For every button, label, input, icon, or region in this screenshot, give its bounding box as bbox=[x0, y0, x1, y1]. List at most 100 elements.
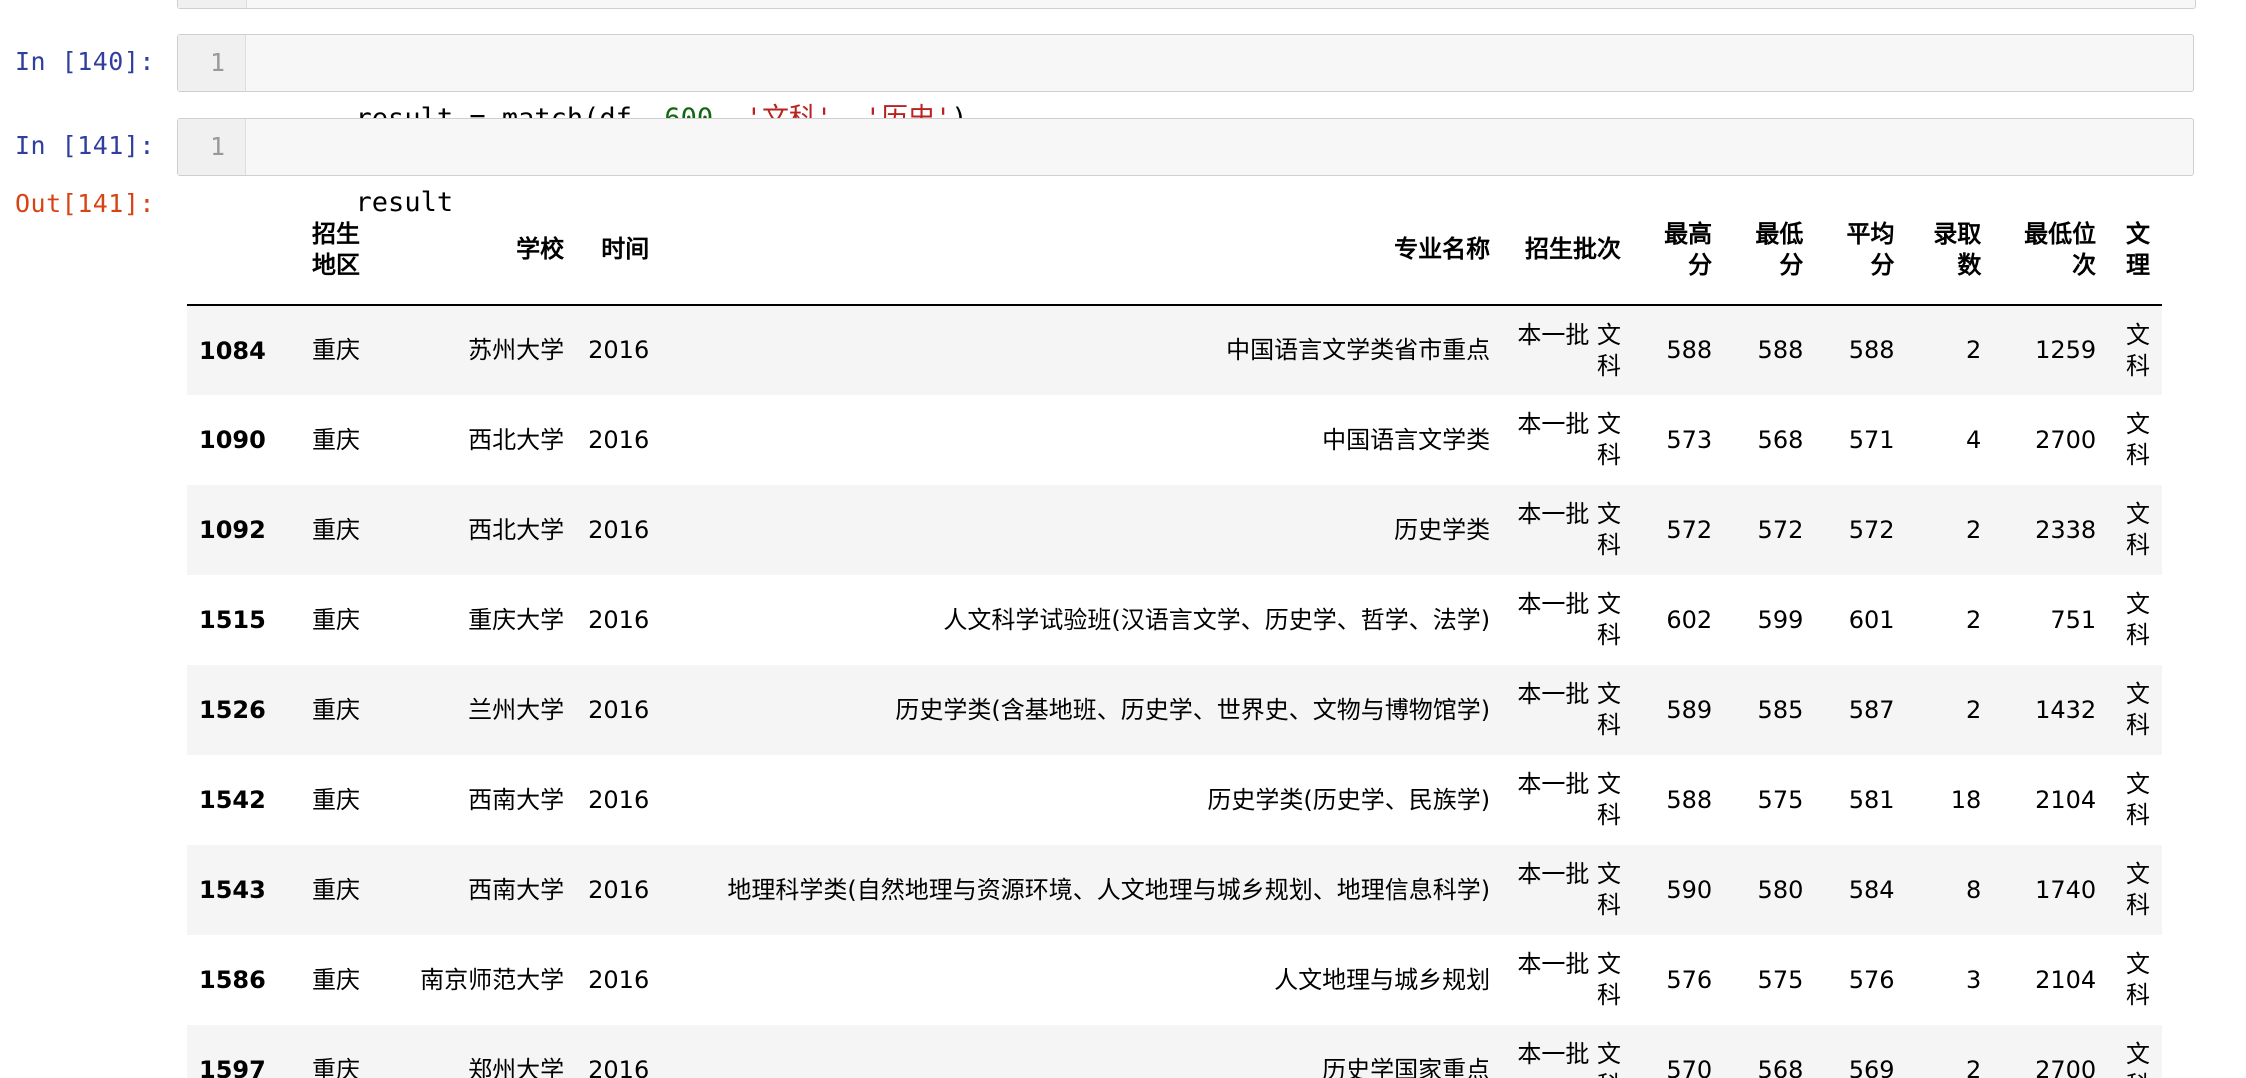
column-header-max-score: 最高分 bbox=[1632, 195, 1725, 306]
row-index: 1092 bbox=[199, 516, 266, 544]
table-row: 1090 重庆 西北大学 2016 中国语言文学类 本一批 文科 573 568 571 4 270… bbox=[187, 395, 2162, 485]
column-header-avg-score: 平均分 bbox=[1815, 195, 1907, 306]
cell-admitted: 2 bbox=[1966, 695, 1982, 724]
cell-min-score: 572 bbox=[1757, 515, 1804, 544]
code-cell[interactable]: 1 result bbox=[177, 118, 2194, 218]
cell-major: 中国语言文学类省市重点 bbox=[1226, 336, 1491, 364]
row-index: 1084 bbox=[199, 336, 266, 365]
notebook: In [140]: 1 result = match(df, 600, '文科'… bbox=[0, 0, 2246, 1078]
cell-year: 2016 bbox=[588, 336, 650, 364]
column-header-min-rank: 最低位次 bbox=[1993, 195, 2109, 306]
cell-admitted: 3 bbox=[1966, 965, 1982, 994]
row-index: 1543 bbox=[199, 876, 266, 904]
table-row: 1597 重庆 郑州大学 2016 历史学国家重点 本一批 文科 570 568 569 2 270… bbox=[187, 1025, 2162, 1078]
cell-admitted: 2 bbox=[1966, 515, 1982, 544]
cell-batch: 本一批 文科 bbox=[1517, 680, 1621, 739]
cell-max-score: 602 bbox=[1666, 605, 1713, 634]
cell-track: 文科 bbox=[2126, 680, 2150, 739]
previous-code-cell[interactable] bbox=[177, 0, 2196, 9]
cell-major: 历史学国家重点 bbox=[1322, 1055, 1491, 1078]
row-index: 1090 bbox=[199, 426, 266, 454]
cell-batch: 本一批 文科 bbox=[1517, 410, 1621, 469]
cell-major: 人文科学试验班(汉语言文学、历史学、哲学、法学) bbox=[943, 605, 1491, 634]
cell-admitted: 2 bbox=[1966, 605, 1982, 634]
line-number: 1 bbox=[178, 119, 246, 175]
cell-min-rank: 751 bbox=[2050, 605, 2097, 634]
cell-max-score: 588 bbox=[1666, 785, 1713, 814]
cell-min-rank: 2338 bbox=[2035, 515, 2097, 544]
table-row: 1515 重庆 重庆大学 2016 人文科学试验班(汉语言文学、历史学、哲学、法学) 本一… bbox=[187, 575, 2162, 665]
row-index: 1597 bbox=[199, 1056, 266, 1078]
cell-major: 历史学类 bbox=[1394, 515, 1491, 544]
cell-track: 文科 bbox=[2126, 860, 2150, 919]
cell-major: 历史学类(含基地班、历史学、世界史、文物与博物馆学) bbox=[895, 695, 1491, 724]
table-header-row: 招生地区 学校 时间 专业名称 招生批次 最高分 最低分 平均分 录取数 最低位次 文理 bbox=[187, 195, 2162, 306]
cell-year: 2016 bbox=[588, 1055, 650, 1078]
row-index: 1542 bbox=[199, 786, 266, 814]
cell-min-score: 599 bbox=[1757, 605, 1804, 634]
cell-major: 中国语言文学类 bbox=[1322, 425, 1491, 454]
column-header-school: 学校 bbox=[372, 195, 577, 306]
cell-school: 南京师范大学 bbox=[420, 965, 565, 994]
cell-track: 文科 bbox=[2126, 1040, 2150, 1078]
cell-min-rank: 1432 bbox=[2035, 695, 2097, 724]
cell-track: 文科 bbox=[2126, 320, 2150, 380]
cell-batch: 本一批 文科 bbox=[1517, 590, 1621, 649]
cell-track: 文科 bbox=[2126, 950, 2150, 1009]
cell-track: 文科 bbox=[2126, 410, 2150, 469]
cell-region: 重庆 bbox=[312, 336, 361, 364]
cell-min-rank: 2104 bbox=[2035, 965, 2097, 994]
cell-school: 苏州大学 bbox=[468, 336, 565, 364]
cell-school: 兰州大学 bbox=[468, 695, 565, 724]
column-header-min-score: 最低分 bbox=[1724, 195, 1816, 306]
cell-major: 地理科学类(自然地理与资源环境、人文地理与城乡规划、地理信息科学) bbox=[727, 875, 1491, 904]
cell-admitted: 2 bbox=[1966, 336, 1982, 364]
cell-min-score: 568 bbox=[1757, 1055, 1804, 1078]
cell-min-score: 585 bbox=[1757, 695, 1804, 724]
cell-min-score: 580 bbox=[1757, 875, 1804, 904]
cell-school: 西南大学 bbox=[468, 875, 565, 904]
cell-min-rank: 2700 bbox=[2035, 425, 2097, 454]
cell-region: 重庆 bbox=[312, 785, 361, 814]
cell-max-score: 588 bbox=[1666, 336, 1713, 364]
column-header-track: 文理 bbox=[2108, 195, 2162, 306]
cell-batch: 本一批 文科 bbox=[1517, 860, 1621, 919]
row-index: 1586 bbox=[199, 966, 266, 994]
cell-min-rank: 1259 bbox=[2035, 336, 2097, 364]
cell-track: 文科 bbox=[2126, 590, 2150, 649]
cell-school: 郑州大学 bbox=[468, 1055, 565, 1078]
row-index: 1526 bbox=[199, 696, 266, 724]
cell-avg-score: 571 bbox=[1848, 425, 1895, 454]
column-header-year: 时间 bbox=[576, 195, 662, 306]
cell-school: 西北大学 bbox=[468, 515, 565, 544]
cell-school: 西南大学 bbox=[468, 785, 565, 814]
cell-min-score: 575 bbox=[1757, 785, 1804, 814]
cell-max-score: 570 bbox=[1666, 1055, 1713, 1078]
line-number-gutter bbox=[178, 0, 247, 8]
cell-region: 重庆 bbox=[312, 425, 361, 454]
cell-avg-score: 587 bbox=[1848, 695, 1895, 724]
cell-major: 历史学类(历史学、民族学) bbox=[1207, 785, 1491, 814]
cell-min-rank: 2104 bbox=[2035, 785, 2097, 814]
index-header bbox=[187, 195, 278, 306]
cell-region: 重庆 bbox=[312, 965, 361, 994]
cell-major: 人文地理与城乡规划 bbox=[1274, 965, 1491, 994]
cell-max-score: 590 bbox=[1666, 875, 1713, 904]
cell-avg-score: 569 bbox=[1848, 1055, 1895, 1078]
cell-region: 重庆 bbox=[312, 695, 361, 724]
table-row: 1543 重庆 西南大学 2016 地理科学类(自然地理与资源环境、人文地理与城乡规划、… bbox=[187, 845, 2162, 935]
dataframe-table: 招生地区 学校 时间 专业名称 招生批次 最高分 最低分 平均分 录取数 最低位次 文理 1084 重… bbox=[187, 195, 2162, 1078]
cell-avg-score: 588 bbox=[1848, 336, 1895, 364]
cell-batch: 本一批 文科 bbox=[1517, 320, 1621, 380]
cell-min-rank: 2700 bbox=[2035, 1055, 2097, 1078]
cell-max-score: 573 bbox=[1666, 425, 1713, 454]
cell-year: 2016 bbox=[588, 785, 650, 814]
cell-batch: 本一批 文科 bbox=[1517, 500, 1621, 559]
code-cell[interactable]: 1 result = match(df, 600, '文科', '历史') bbox=[177, 34, 2194, 134]
cell-min-rank: 1740 bbox=[2035, 875, 2097, 904]
cell-avg-score: 572 bbox=[1848, 515, 1895, 544]
cell-avg-score: 576 bbox=[1848, 965, 1895, 994]
table-row: 1526 重庆 兰州大学 2016 历史学类(含基地班、历史学、世界史、文物与博物馆学)… bbox=[187, 665, 2162, 755]
line-number: 1 bbox=[178, 35, 246, 91]
cell-max-score: 589 bbox=[1666, 695, 1713, 724]
